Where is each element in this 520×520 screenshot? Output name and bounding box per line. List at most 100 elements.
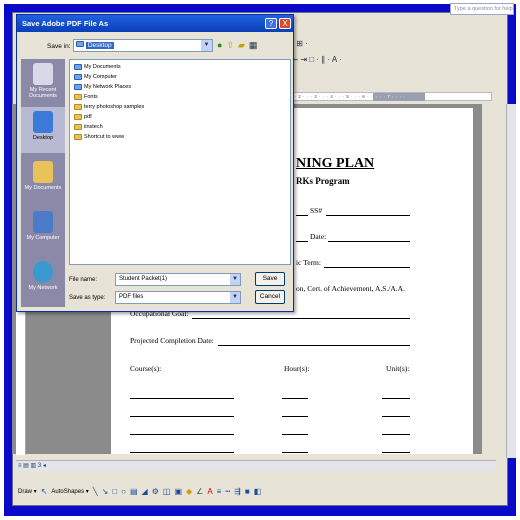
clipart-icon[interactable]: ◫ — [163, 487, 171, 496]
select-pointer-icon[interactable]: ↖ — [41, 487, 48, 496]
course-line — [130, 398, 234, 399]
close-button[interactable]: X — [279, 18, 291, 29]
views-menu-icon[interactable]: ▦ — [249, 40, 258, 51]
places-bar: My Recent Documents Desktop My Documents… — [21, 59, 65, 307]
3d-icon[interactable]: ◧ — [254, 487, 262, 496]
hour-line — [282, 434, 308, 435]
my-computer-icon — [33, 211, 53, 233]
folder-icon — [74, 114, 82, 120]
recent-documents-icon — [33, 63, 53, 85]
ruler-selection: · · · 7 · · · · — [373, 93, 425, 101]
filename-input[interactable]: Student Packet(1) ▼ — [115, 273, 241, 286]
list-item[interactable]: My Network Places — [74, 84, 131, 90]
filename-label: File name: — [69, 277, 98, 283]
file-name: terry photoshop samples — [84, 104, 145, 110]
hours-header: Hour(s): — [284, 364, 310, 373]
list-item[interactable]: My Documents — [74, 64, 121, 70]
autoshapes-menu[interactable]: AutoShapes ▾ — [51, 488, 88, 495]
new-folder-icon[interactable]: ▰ — [238, 40, 245, 51]
my-network-icon — [33, 261, 53, 283]
dialog-nav-toolbar: ● ⇧ ▰ ▦ — [217, 40, 257, 51]
font-color-icon[interactable]: A — [207, 487, 212, 496]
file-name: My Documents — [84, 64, 121, 70]
place-recent[interactable]: My Recent Documents — [21, 59, 65, 105]
place-label: My Documents — [24, 185, 62, 191]
file-name: My Computer — [84, 74, 118, 80]
unit-line — [382, 416, 410, 417]
file-name: Shortcut to www — [84, 134, 125, 140]
file-list[interactable]: My Documents My Computer My Network Plac… — [69, 59, 291, 265]
view-buttons[interactable]: ≡ ▤ ▥ 3 ◂ — [18, 463, 46, 469]
projected-date-line — [218, 345, 410, 346]
course-line — [130, 452, 234, 453]
place-label: My Computer — [26, 235, 60, 241]
folder-icon — [74, 124, 82, 130]
place-desktop[interactable]: Desktop — [21, 107, 65, 153]
wordart-icon[interactable]: ◢ — [142, 487, 148, 496]
folder-icon — [74, 94, 82, 100]
shadow-icon[interactable]: ■ — [245, 487, 250, 496]
chevron-down-icon[interactable]: ▼ — [201, 40, 212, 51]
diagram-icon[interactable]: ⚙ — [152, 487, 159, 496]
vertical-scrollbar[interactable] — [506, 104, 516, 458]
hour-line — [282, 398, 308, 399]
shortcut-icon — [74, 134, 82, 140]
desktop-icon — [76, 41, 84, 47]
list-item[interactable]: terry photoshop samples — [74, 104, 144, 110]
date-line-left — [296, 241, 308, 242]
course-line — [130, 416, 234, 417]
help-button[interactable]: ? — [265, 18, 277, 29]
save-in-label: Save in: — [47, 43, 71, 50]
place-my-computer[interactable]: My Computer — [21, 207, 65, 253]
line-style-icon[interactable]: ≡ — [217, 487, 222, 496]
cancel-button[interactable]: Cancel — [255, 290, 285, 304]
filename-value: Student Packet(1) — [119, 276, 168, 282]
list-item[interactable]: iinstech — [74, 124, 103, 130]
file-name: iinstech — [84, 124, 103, 130]
save-button[interactable]: Save — [255, 272, 285, 286]
term-label: ic Term: — [296, 258, 321, 267]
list-item[interactable]: Fonts — [74, 94, 98, 100]
vertical-ruler[interactable] — [16, 310, 26, 455]
savetype-value: PDF files — [119, 294, 144, 300]
arrow-style-icon[interactable]: ⇶ — [234, 487, 241, 496]
horizontal-scrollbar[interactable]: ≡ ▤ ▥ 3 ◂ — [16, 460, 496, 471]
horizontal-ruler[interactable]: · · · 2 · · · 3 · · · 4 · · · 5 · · · 6 … — [282, 92, 492, 101]
savetype-select[interactable]: PDF files ▼ — [115, 291, 241, 304]
back-icon[interactable]: ● — [217, 40, 222, 51]
ask-question-box[interactable]: Type a question for help — [450, 3, 514, 15]
up-folder-icon[interactable]: ⇧ — [226, 40, 234, 51]
date-line — [328, 241, 410, 242]
draw-menu[interactable]: Draw ▾ — [18, 488, 37, 495]
line-color-icon[interactable]: ∠ — [196, 487, 203, 496]
list-item[interactable]: Shortcut to www — [74, 134, 124, 140]
fill-color-icon[interactable]: ◆ — [186, 487, 192, 496]
list-item[interactable]: My Computer — [74, 74, 117, 80]
degree-line: on, Cert. of Achievement, A.S./A.A. — [296, 284, 405, 293]
file-name: Fonts — [84, 94, 98, 100]
desktop-icon — [33, 111, 53, 133]
document-title: NING PLAN — [296, 156, 375, 171]
place-my-documents[interactable]: My Documents — [21, 157, 65, 203]
courses-header: Course(s): — [130, 364, 162, 373]
my-documents-icon — [33, 161, 53, 183]
save-in-select[interactable]: Desktop ▼ — [73, 39, 213, 52]
rectangle-icon[interactable]: □ — [112, 487, 117, 496]
line-icon[interactable]: ╲ — [93, 487, 98, 496]
chevron-down-icon[interactable]: ▼ — [230, 292, 240, 303]
textbox-icon[interactable]: ▤ — [130, 487, 138, 496]
list-item[interactable]: pdf — [74, 114, 92, 120]
dash-style-icon[interactable]: ┅ — [225, 487, 230, 496]
arrow-icon[interactable]: ↘ — [102, 487, 109, 496]
course-line — [130, 434, 234, 435]
document-subtitle: RKs Program — [296, 176, 350, 186]
chevron-down-icon[interactable]: ▼ — [230, 274, 240, 285]
dialog-title[interactable]: Save Adobe PDF File As — [17, 15, 293, 32]
file-name: My Network Places — [84, 84, 132, 90]
units-header: Unit(s): — [386, 364, 410, 373]
place-my-network[interactable]: My Network — [21, 257, 65, 303]
oval-icon[interactable]: ○ — [121, 487, 126, 496]
date-label: Date: — [310, 232, 327, 241]
picture-icon[interactable]: ▣ — [174, 487, 182, 496]
hour-line — [282, 416, 308, 417]
